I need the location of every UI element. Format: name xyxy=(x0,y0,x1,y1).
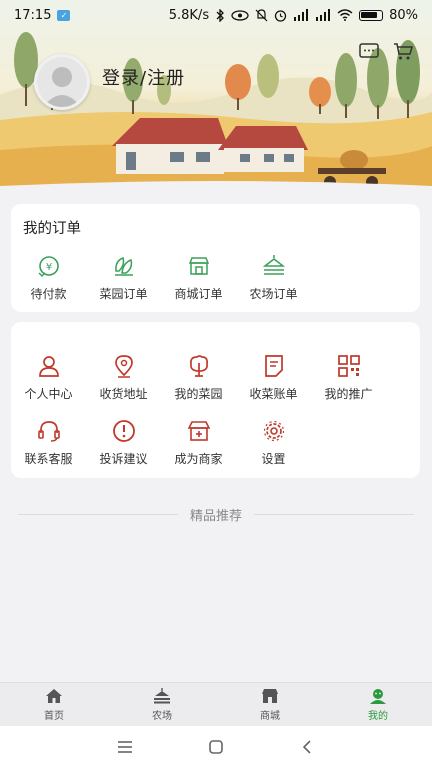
order-item-vegetable[interactable]: 菜园订单 xyxy=(86,253,161,302)
tab-label: 首页 xyxy=(44,710,64,722)
network-speed: 5.8K/s xyxy=(168,7,210,23)
status-bar: 17:15 ✓ 5.8K/s 80% xyxy=(0,0,432,30)
profile-icon xyxy=(370,688,386,704)
order-item-label: 待付款 xyxy=(30,287,67,301)
farm-icon xyxy=(154,687,170,703)
default-avatar-icon xyxy=(37,57,87,107)
tab-store[interactable]: 商城 xyxy=(216,683,324,726)
service-label: 收货地址 xyxy=(99,387,148,401)
tab-home[interactable]: 首页 xyxy=(0,683,108,726)
alert-icon xyxy=(112,420,135,442)
signal-2-icon xyxy=(316,9,331,21)
farm-order-icon xyxy=(262,255,285,275)
store-order-icon xyxy=(188,257,209,275)
bottom-tab-bar: 首页 农场 商城 我的 xyxy=(0,682,432,726)
bluetooth-icon xyxy=(216,8,225,22)
tab-profile[interactable]: 我的 xyxy=(324,683,432,726)
service-label: 收菜账单 xyxy=(249,387,298,401)
services-card: 个人中心 收货地址 我的菜园 收菜账单 我的推广 联系客服 投诉建议 成为商家 … xyxy=(11,322,420,478)
store-icon xyxy=(262,688,278,703)
order-item-label: 农场订单 xyxy=(249,287,298,301)
signal-icon xyxy=(294,9,309,21)
person-icon xyxy=(38,356,59,377)
service-personal-center[interactable]: 个人中心 xyxy=(11,353,86,402)
order-item-label: 商城订单 xyxy=(174,287,223,301)
orders-title: 我的订单 xyxy=(23,221,81,237)
service-settings[interactable]: 设置 xyxy=(236,418,311,467)
order-item-store[interactable]: 商城订单 xyxy=(161,253,236,302)
bill-icon xyxy=(264,355,283,377)
service-label: 设置 xyxy=(261,452,286,466)
cart-icon[interactable] xyxy=(392,40,414,62)
headset-icon xyxy=(37,421,60,442)
message-icon[interactable] xyxy=(358,40,380,62)
header-actions xyxy=(358,40,414,62)
service-become-merchant[interactable]: 成为商家 xyxy=(161,418,236,467)
services-row-2: 联系客服 投诉建议 成为商家 设置 xyxy=(11,418,311,467)
order-item-farm[interactable]: 农场订单 xyxy=(236,253,311,302)
battery-icon xyxy=(359,9,384,21)
order-item-label: 菜园订单 xyxy=(99,287,148,301)
service-customer-support[interactable]: 联系客服 xyxy=(11,418,86,467)
tab-label: 农场 xyxy=(152,710,172,722)
tree-icon xyxy=(189,355,208,377)
service-harvest-bill[interactable]: 收菜账单 xyxy=(236,353,311,402)
service-label: 投诉建议 xyxy=(99,452,148,466)
service-my-promotion[interactable]: 我的推广 xyxy=(311,353,386,402)
svg-text:¥: ¥ xyxy=(45,262,51,273)
vegetable-order-icon xyxy=(114,257,133,276)
divider-line xyxy=(254,513,414,515)
battery-level: 80% xyxy=(389,7,418,23)
service-label: 联系客服 xyxy=(24,452,73,466)
location-pin-icon xyxy=(114,355,133,378)
service-label: 我的推广 xyxy=(324,387,373,401)
menu-icon[interactable] xyxy=(116,738,134,756)
recommend-divider: 精品推荐 xyxy=(0,504,432,524)
service-label: 我的菜园 xyxy=(174,387,223,401)
profile-header-banner: 17:15 ✓ 5.8K/s 80% 登录/注册 xyxy=(0,0,432,196)
orders-row: ¥ 待付款 菜园订单 商城订单 农场订单 xyxy=(11,253,311,302)
shop-add-icon xyxy=(187,421,210,441)
login-register-link[interactable]: 登录/注册 xyxy=(102,64,185,90)
system-navigation-bar xyxy=(0,726,432,768)
recommend-title: 精品推荐 xyxy=(189,508,242,524)
tab-label: 我的 xyxy=(368,710,388,722)
notification-badge-icon: ✓ xyxy=(57,9,71,21)
services-row-1: 个人中心 收货地址 我的菜园 收菜账单 我的推广 xyxy=(11,353,386,402)
qrcode-icon xyxy=(337,355,360,377)
alarm-icon xyxy=(274,9,287,22)
payment-pending-icon: ¥ xyxy=(38,256,59,277)
eye-icon xyxy=(231,9,249,21)
my-orders-card: 我的订单 ¥ 待付款 菜园订单 商城订单 农场订单 xyxy=(11,204,420,312)
home-icon xyxy=(46,688,62,703)
divider-line xyxy=(17,513,178,515)
service-label: 成为商家 xyxy=(174,452,223,466)
back-icon[interactable] xyxy=(298,738,316,756)
tab-farm[interactable]: 农场 xyxy=(108,683,216,726)
service-complaints[interactable]: 投诉建议 xyxy=(86,418,161,467)
status-time: 17:15 xyxy=(14,7,52,23)
gear-icon xyxy=(263,420,284,442)
order-item-pending-payment[interactable]: ¥ 待付款 xyxy=(11,253,86,302)
home-button-icon[interactable] xyxy=(207,738,225,756)
service-label: 个人中心 xyxy=(24,387,73,401)
avatar[interactable] xyxy=(34,54,90,110)
service-shipping-address[interactable]: 收货地址 xyxy=(86,353,161,402)
wifi-icon xyxy=(337,9,353,21)
service-my-garden[interactable]: 我的菜园 xyxy=(161,353,236,402)
mute-icon xyxy=(255,8,268,21)
tab-label: 商城 xyxy=(260,710,280,722)
